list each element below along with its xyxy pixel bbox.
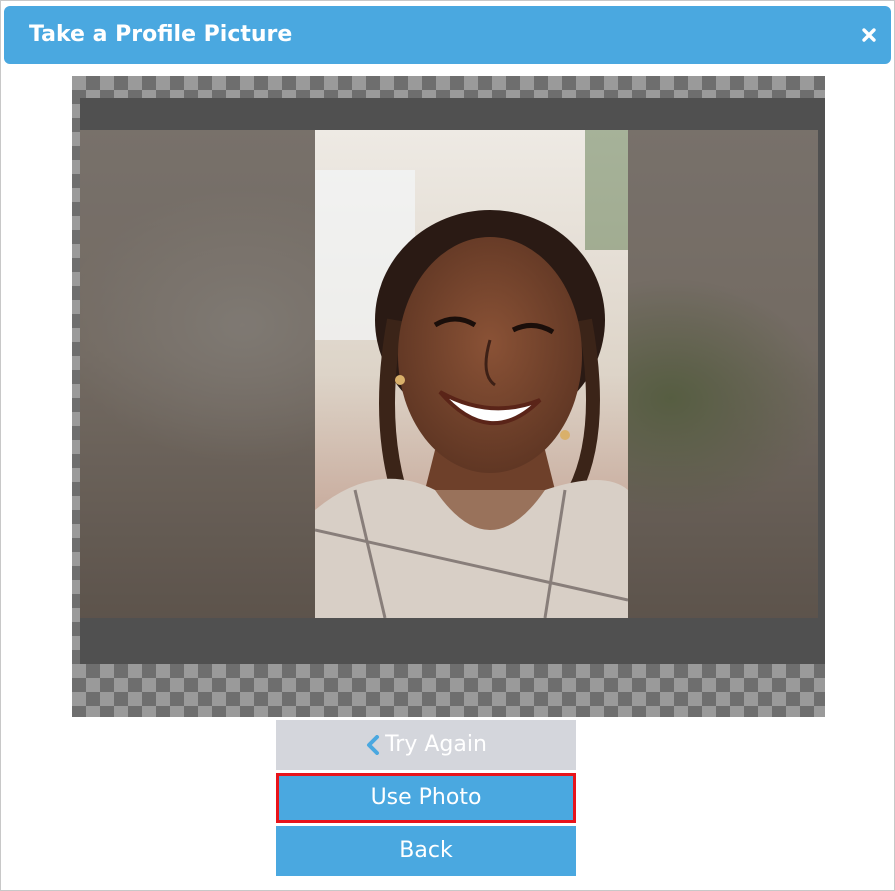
back-button[interactable]: Back <box>276 826 576 876</box>
close-icon[interactable] <box>858 24 880 46</box>
back-label: Back <box>399 838 453 863</box>
crop-selection[interactable] <box>315 130 628 618</box>
captured-photo <box>80 130 818 618</box>
dialog-titlebar: Take a Profile Picture <box>4 6 891 64</box>
profile-picture-dialog: Take a Profile Picture Try Again Use Pho… <box>0 0 895 891</box>
crop-mask-left <box>80 130 315 618</box>
photo-canvas <box>80 98 825 664</box>
dialog-title: Take a Profile Picture <box>29 22 293 47</box>
use-photo-label: Use Photo <box>370 785 482 810</box>
chevron-left-icon <box>365 735 381 755</box>
crop-mask-right <box>628 130 818 618</box>
try-again-button[interactable]: Try Again <box>276 720 576 770</box>
selfie-image <box>315 130 628 618</box>
camera-stage <box>72 76 825 717</box>
use-photo-button[interactable]: Use Photo <box>276 773 576 823</box>
try-again-label: Try Again <box>385 732 487 757</box>
